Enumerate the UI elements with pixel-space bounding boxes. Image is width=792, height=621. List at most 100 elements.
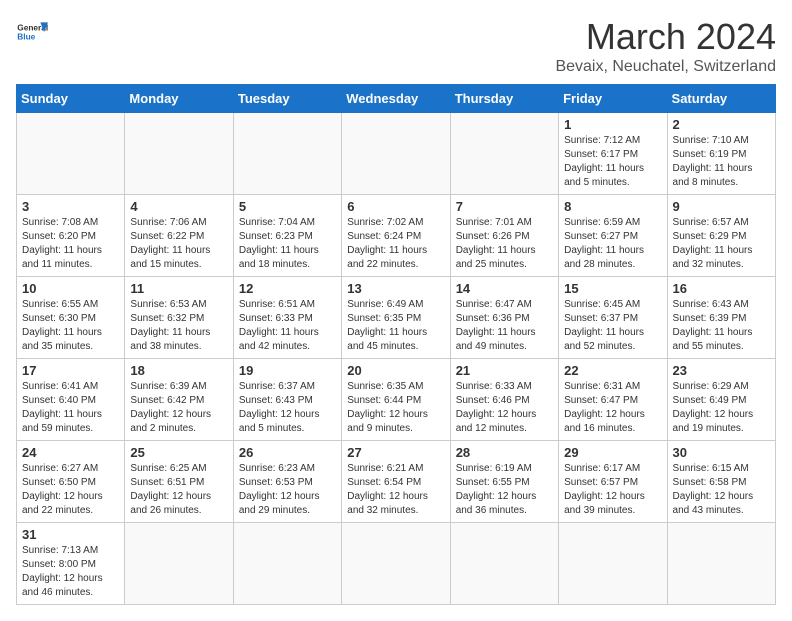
header: General Blue March 2024 Bevaix, Neuchate…	[16, 16, 776, 76]
calendar-cell: 18 Sunrise: 6:39 AM Sunset: 6:42 PM Dayli…	[125, 359, 233, 441]
day-number: 18	[130, 363, 227, 378]
calendar-cell: 17Sunrise: 6:41 AM Sunset: 6:40 PM Dayli…	[17, 359, 125, 441]
day-info: Sunrise: 7:08 AM Sunset: 6:20 PM Dayligh…	[22, 216, 119, 272]
calendar-cell: 11Sunrise: 6:53 AM Sunset: 6:32 PM Dayli…	[125, 277, 233, 359]
generalblue-logo-icon: General Blue	[16, 16, 48, 48]
day-info: Sunrise: 6:31 AM Sunset: 6:47 PM Dayligh…	[564, 380, 661, 436]
calendar-week-row: 1 Sunrise: 7:12 AM Sunset: 6:17 PM Daylig…	[17, 113, 776, 195]
day-number: 3	[22, 199, 119, 214]
calendar-cell: 23 Sunrise: 6:29 AM Sunset: 6:49 PM Dayli…	[667, 359, 775, 441]
weekday-header-friday: Friday	[559, 85, 667, 113]
day-info: Sunrise: 6:33 AM Sunset: 6:46 PM Dayligh…	[456, 380, 553, 436]
calendar-cell: 6 Sunrise: 7:02 AM Sunset: 6:24 PM Daylig…	[342, 195, 450, 277]
day-info: Sunrise: 7:13 AM Sunset: 8:00 PM Dayligh…	[22, 544, 119, 600]
calendar-cell	[17, 113, 125, 195]
calendar-subtitle: Bevaix, Neuchatel, Switzerland	[555, 58, 776, 76]
calendar-cell: 21 Sunrise: 6:33 AM Sunset: 6:46 PM Dayli…	[450, 359, 558, 441]
logo: General Blue	[16, 16, 48, 48]
calendar-cell	[450, 113, 558, 195]
day-info: Sunrise: 6:55 AM Sunset: 6:30 PM Dayligh…	[22, 298, 119, 354]
calendar-cell: 24Sunrise: 6:27 AM Sunset: 6:50 PM Dayli…	[17, 441, 125, 523]
day-number: 15	[564, 281, 661, 296]
day-info: Sunrise: 6:45 AM Sunset: 6:37 PM Dayligh…	[564, 298, 661, 354]
calendar-cell: 3 Sunrise: 7:08 AM Sunset: 6:20 PM Daylig…	[17, 195, 125, 277]
calendar-header: SundayMondayTuesdayWednesdayThursdayFrid…	[17, 85, 776, 113]
day-info: Sunrise: 6:17 AM Sunset: 6:57 PM Dayligh…	[564, 462, 661, 518]
day-number: 10	[22, 281, 119, 296]
calendar-cell: 25 Sunrise: 6:25 AM Sunset: 6:51 PM Dayli…	[125, 441, 233, 523]
day-number: 23	[673, 363, 770, 378]
calendar-cell: 1 Sunrise: 7:12 AM Sunset: 6:17 PM Daylig…	[559, 113, 667, 195]
day-number: 8	[564, 199, 661, 214]
calendar-cell	[342, 523, 450, 605]
calendar-cell: 4 Sunrise: 7:06 AM Sunset: 6:22 PM Daylig…	[125, 195, 233, 277]
day-number: 9	[673, 199, 770, 214]
day-info: Sunrise: 6:49 AM Sunset: 6:35 PM Dayligh…	[347, 298, 444, 354]
day-number: 21	[456, 363, 553, 378]
calendar-cell: 28 Sunrise: 6:19 AM Sunset: 6:55 PM Dayli…	[450, 441, 558, 523]
day-info: Sunrise: 6:57 AM Sunset: 6:29 PM Dayligh…	[673, 216, 770, 272]
day-info: Sunrise: 6:25 AM Sunset: 6:51 PM Dayligh…	[130, 462, 227, 518]
calendar-body: 1 Sunrise: 7:12 AM Sunset: 6:17 PM Daylig…	[17, 113, 776, 605]
calendar-cell	[125, 113, 233, 195]
calendar-cell: 12Sunrise: 6:51 AM Sunset: 6:33 PM Dayli…	[233, 277, 341, 359]
calendar-cell: 27Sunrise: 6:21 AM Sunset: 6:54 PM Dayli…	[342, 441, 450, 523]
weekday-header-saturday: Saturday	[667, 85, 775, 113]
calendar-cell: 19 Sunrise: 6:37 AM Sunset: 6:43 PM Dayli…	[233, 359, 341, 441]
calendar-cell: 8 Sunrise: 6:59 AM Sunset: 6:27 PM Daylig…	[559, 195, 667, 277]
day-number: 1	[564, 117, 661, 132]
calendar-cell: 26 Sunrise: 6:23 AM Sunset: 6:53 PM Dayli…	[233, 441, 341, 523]
day-info: Sunrise: 6:19 AM Sunset: 6:55 PM Dayligh…	[456, 462, 553, 518]
day-info: Sunrise: 6:29 AM Sunset: 6:49 PM Dayligh…	[673, 380, 770, 436]
calendar-week-row: 24Sunrise: 6:27 AM Sunset: 6:50 PM Dayli…	[17, 441, 776, 523]
day-info: Sunrise: 7:12 AM Sunset: 6:17 PM Dayligh…	[564, 134, 661, 190]
calendar-cell	[667, 523, 775, 605]
day-number: 20	[347, 363, 444, 378]
day-number: 4	[130, 199, 227, 214]
calendar-cell	[559, 523, 667, 605]
day-info: Sunrise: 6:15 AM Sunset: 6:58 PM Dayligh…	[673, 462, 770, 518]
calendar-week-row: 10 Sunrise: 6:55 AM Sunset: 6:30 PM Dayli…	[17, 277, 776, 359]
day-number: 29	[564, 445, 661, 460]
day-info: Sunrise: 6:37 AM Sunset: 6:43 PM Dayligh…	[239, 380, 336, 436]
calendar-cell: 2Sunrise: 7:10 AM Sunset: 6:19 PM Daylig…	[667, 113, 775, 195]
calendar-cell: 10 Sunrise: 6:55 AM Sunset: 6:30 PM Dayli…	[17, 277, 125, 359]
day-number: 13	[347, 281, 444, 296]
calendar-cell: 15 Sunrise: 6:45 AM Sunset: 6:37 PM Dayli…	[559, 277, 667, 359]
day-number: 14	[456, 281, 553, 296]
day-info: Sunrise: 6:59 AM Sunset: 6:27 PM Dayligh…	[564, 216, 661, 272]
day-number: 28	[456, 445, 553, 460]
calendar-cell	[450, 523, 558, 605]
day-info: Sunrise: 6:47 AM Sunset: 6:36 PM Dayligh…	[456, 298, 553, 354]
day-info: Sunrise: 7:02 AM Sunset: 6:24 PM Dayligh…	[347, 216, 444, 272]
calendar-cell	[342, 113, 450, 195]
day-number: 26	[239, 445, 336, 460]
day-info: Sunrise: 7:01 AM Sunset: 6:26 PM Dayligh…	[456, 216, 553, 272]
calendar-week-row: 31Sunrise: 7:13 AM Sunset: 8:00 PM Dayli…	[17, 523, 776, 605]
day-number: 7	[456, 199, 553, 214]
day-number: 19	[239, 363, 336, 378]
day-info: Sunrise: 6:41 AM Sunset: 6:40 PM Dayligh…	[22, 380, 119, 436]
day-info: Sunrise: 7:04 AM Sunset: 6:23 PM Dayligh…	[239, 216, 336, 272]
day-number: 24	[22, 445, 119, 460]
calendar-cell: 13 Sunrise: 6:49 AM Sunset: 6:35 PM Dayli…	[342, 277, 450, 359]
weekday-header-row: SundayMondayTuesdayWednesdayThursdayFrid…	[17, 85, 776, 113]
weekday-header-monday: Monday	[125, 85, 233, 113]
calendar-table: SundayMondayTuesdayWednesdayThursdayFrid…	[16, 84, 776, 605]
weekday-header-tuesday: Tuesday	[233, 85, 341, 113]
day-number: 6	[347, 199, 444, 214]
day-info: Sunrise: 7:06 AM Sunset: 6:22 PM Dayligh…	[130, 216, 227, 272]
day-number: 11	[130, 281, 227, 296]
title-block: March 2024 Bevaix, Neuchatel, Switzerlan…	[555, 16, 776, 76]
calendar-cell: 7 Sunrise: 7:01 AM Sunset: 6:26 PM Daylig…	[450, 195, 558, 277]
day-info: Sunrise: 6:21 AM Sunset: 6:54 PM Dayligh…	[347, 462, 444, 518]
calendar-cell	[233, 523, 341, 605]
day-number: 16	[673, 281, 770, 296]
day-info: Sunrise: 6:23 AM Sunset: 6:53 PM Dayligh…	[239, 462, 336, 518]
day-info: Sunrise: 6:39 AM Sunset: 6:42 PM Dayligh…	[130, 380, 227, 436]
day-info: Sunrise: 6:51 AM Sunset: 6:33 PM Dayligh…	[239, 298, 336, 354]
day-number: 22	[564, 363, 661, 378]
calendar-cell: 20Sunrise: 6:35 AM Sunset: 6:44 PM Dayli…	[342, 359, 450, 441]
calendar-title: March 2024	[555, 16, 776, 58]
day-number: 25	[130, 445, 227, 460]
